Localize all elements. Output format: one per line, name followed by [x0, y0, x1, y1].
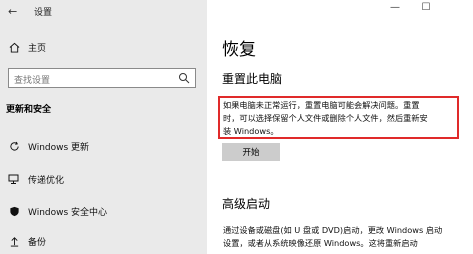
sidebar: ← 设置 主页 查找设置 更新和安全 Windows 更新 传递优化 Windo…	[0, 0, 207, 254]
advanced-startup-description: 通过设备或磁盘(如 U 盘或 DVD)启动，更改 Windows 启动 设置，或…	[223, 224, 451, 250]
sidebar-home-label: 主页	[28, 43, 47, 54]
sidebar-item-security-center[interactable]: Windows 安全中心	[0, 202, 207, 220]
sidebar-item-label: 备份	[28, 237, 47, 248]
refresh-icon	[8, 140, 20, 152]
reset-description-line: 时，可以选择保留个人文件或删除个人文件，然后重新安	[223, 113, 428, 123]
delivery-optimization-icon	[8, 173, 20, 185]
window-title: 设置	[34, 8, 53, 18]
page-title: 恢复	[222, 40, 256, 60]
advanced-description-line: 设置，或者从系统映像还原 Windows。这将重新启动	[223, 238, 418, 248]
minimize-icon[interactable]: —	[388, 2, 402, 13]
sidebar-item-delivery-optimization[interactable]: 传递优化	[0, 170, 207, 188]
reset-pc-heading: 重置此电脑	[222, 72, 283, 86]
advanced-description-line: 通过设备或磁盘(如 U 盘或 DVD)启动，更改 Windows 启动	[223, 225, 443, 235]
backup-upload-icon	[8, 235, 20, 247]
sidebar-item-windows-update[interactable]: Windows 更新	[0, 137, 207, 155]
shield-icon	[8, 205, 20, 217]
reset-description: 如果电脑未正常运行，重置电脑可能会解决问题。重置 时，可以选择保留个人文件或删除…	[223, 99, 451, 138]
reset-description-line: 如果电脑未正常运行，重置电脑可能会解决问题。重置	[223, 100, 420, 110]
reset-description-line: 装 Windows。	[223, 126, 279, 136]
search-placeholder: 查找设置	[14, 76, 51, 86]
sidebar-item-label: 传递优化	[28, 175, 65, 186]
sidebar-item-label: Windows 更新	[28, 142, 90, 153]
search-input[interactable]: 查找设置	[8, 68, 196, 88]
main-panel: — ☐ 恢复 重置此电脑 如果电脑未正常运行，重置电脑可能会解决问题。重置 时，…	[207, 0, 473, 254]
sidebar-item-home[interactable]: 主页	[0, 38, 207, 56]
advanced-startup-heading: 高级启动	[222, 197, 271, 211]
search-icon	[179, 73, 190, 84]
home-icon	[8, 41, 20, 53]
sidebar-item-backup[interactable]: 备份	[0, 232, 207, 250]
maximize-icon[interactable]: ☐	[419, 2, 433, 13]
sidebar-section-title: 更新和安全	[6, 105, 52, 115]
start-reset-button[interactable]: 开始	[222, 143, 280, 161]
sidebar-item-label: Windows 安全中心	[28, 207, 108, 218]
back-arrow-icon[interactable]: ←	[8, 5, 17, 18]
